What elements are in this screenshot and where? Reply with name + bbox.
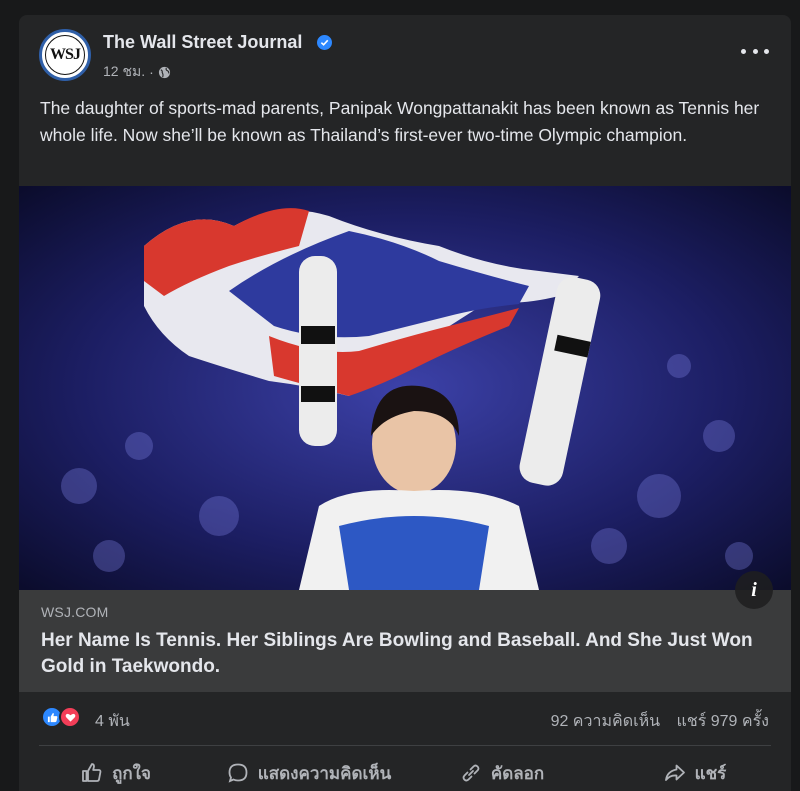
post-meta: 12 ชม. · [103,61,171,83]
more-options-button[interactable] [741,43,769,59]
more-dot-icon [741,48,746,54]
link-icon [462,764,480,782]
post-photo[interactable] [19,186,791,590]
meta-separator: · [149,64,154,80]
share-count[interactable]: แชร์ 979 ครั้ง [677,713,769,730]
thumbs-up-icon [82,763,102,782]
post-time[interactable]: 12 ชม. [103,61,145,83]
love-reaction-icon [59,706,81,728]
like-label: ถูกใจ [112,763,151,783]
comment-button[interactable]: แสดงความคิดเห็น [212,755,405,791]
post-header: WSJ The Wall Street Journal 12 ชม. · [19,15,791,85]
comment-count[interactable]: 92 ความคิดเห็น [551,713,661,730]
link-preview[interactable]: WSJ.COM Her Name Is Tennis. Her Siblings… [19,590,791,692]
share-label: แชร์ [694,763,727,783]
reaction-count[interactable]: 4 พัน [95,709,130,734]
reaction-icons[interactable] [41,705,91,729]
more-dot-icon [752,48,758,54]
avatar[interactable]: WSJ [39,29,91,81]
link-title[interactable]: Her Name Is Tennis. Her Siblings Are Bow… [41,628,761,680]
post-card: WSJ The Wall Street Journal 12 ชม. · The… [19,15,791,791]
wsj-logo: WSJ [45,35,85,75]
comment-icon [228,763,248,783]
like-button[interactable]: ถูกใจ [19,755,212,791]
comment-label: แสดงความคิดเห็น [257,763,392,783]
verified-badge-icon [317,35,332,50]
info-icon[interactable]: i [735,571,773,609]
copy-button[interactable]: คัดลอก [405,755,598,791]
share-arrow-icon [664,764,685,781]
link-domain: WSJ.COM [41,604,109,620]
reactions-summary: 4 พัน 92 ความคิดเห็น แชร์ 979 ครั้ง [19,705,791,735]
share-button[interactable]: แชร์ [598,755,791,791]
engagement-stats: 92 ความคิดเห็น แชร์ 979 ครั้ง [539,709,769,734]
post-text: The daughter of sports-mad parents, Pani… [40,98,760,145]
page-name[interactable]: The Wall Street Journal [103,32,302,53]
copy-label: คัดลอก [490,763,545,783]
more-dot-icon [764,48,769,54]
post-actions: ถูกใจ แสดงความคิดเห็น คัดลอก แชร์ [19,755,791,791]
globe-icon [158,66,171,79]
divider [39,745,771,746]
